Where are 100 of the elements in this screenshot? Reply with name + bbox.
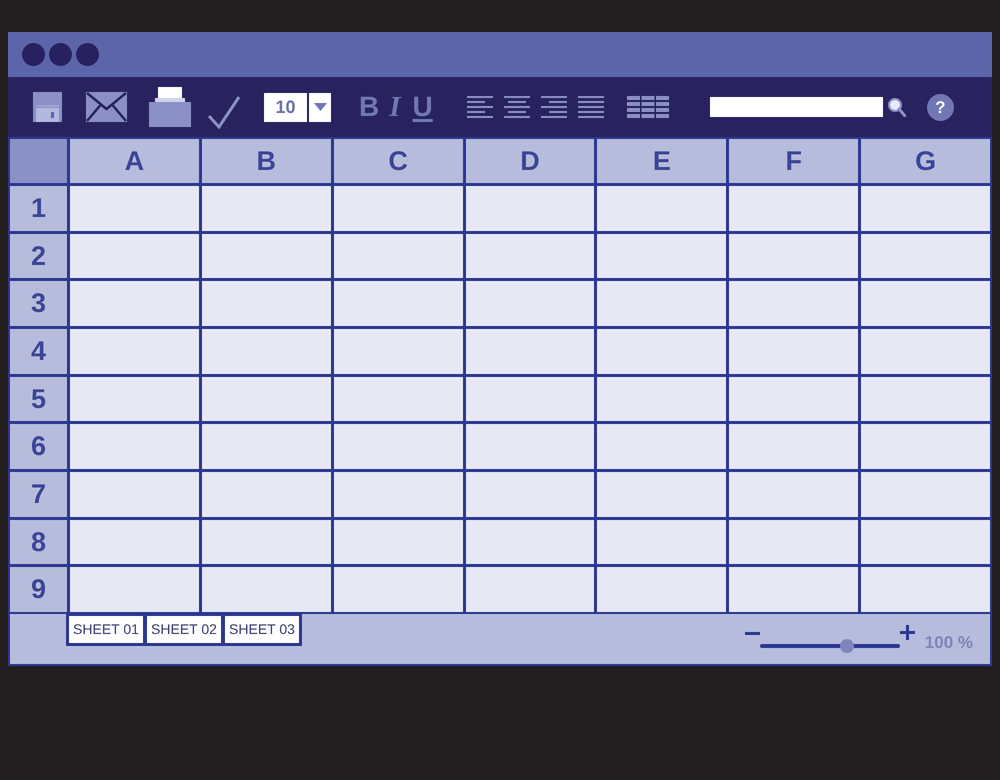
justify-icon[interactable] xyxy=(578,96,604,118)
spreadsheet-cell[interactable] xyxy=(70,376,199,422)
spreadsheet-cell[interactable] xyxy=(861,281,990,326)
bold-button[interactable]: B xyxy=(359,93,380,121)
spreadsheet-cell[interactable] xyxy=(70,329,199,374)
spreadsheet-cell[interactable] xyxy=(334,520,463,564)
spreadsheet-cell[interactable] xyxy=(597,567,726,612)
spreadsheet-cell[interactable] xyxy=(597,472,726,517)
spreadsheet-cell[interactable] xyxy=(334,186,463,231)
spreadsheet-cell[interactable] xyxy=(466,281,594,326)
spreadsheet-cell[interactable] xyxy=(597,186,726,231)
row-header[interactable]: 5 xyxy=(10,376,67,422)
zoom-out-icon[interactable] xyxy=(744,632,760,635)
window-control-icon[interactable] xyxy=(76,43,99,66)
row-header[interactable]: 9 xyxy=(10,567,67,612)
search-icon[interactable] xyxy=(886,97,906,117)
dropdown-button[interactable] xyxy=(309,92,331,122)
spreadsheet-cell[interactable] xyxy=(729,186,858,231)
align-center-icon[interactable] xyxy=(504,96,530,118)
underline-button[interactable]: U xyxy=(412,93,433,121)
spreadsheet-cell[interactable] xyxy=(466,186,594,231)
align-left-icon[interactable] xyxy=(466,96,493,118)
spreadsheet-cell[interactable] xyxy=(334,376,463,422)
spreadsheet-cell[interactable] xyxy=(70,281,199,326)
spreadsheet-cell[interactable] xyxy=(597,424,726,469)
spreadsheet-cell[interactable] xyxy=(466,472,594,517)
spreadsheet-cell[interactable] xyxy=(202,424,331,469)
spreadsheet-cell[interactable] xyxy=(466,424,594,469)
row-header[interactable]: 2 xyxy=(10,234,67,278)
sheet-tab[interactable]: SHEET 03 xyxy=(225,616,299,643)
zoom-slider[interactable] xyxy=(760,639,900,653)
select-all-corner[interactable] xyxy=(10,139,67,183)
envelope-icon[interactable] xyxy=(86,92,127,122)
spreadsheet-cell[interactable] xyxy=(861,424,990,469)
spreadsheet-cell[interactable] xyxy=(861,567,990,612)
sheet-tab[interactable]: SHEET 02 xyxy=(147,616,221,643)
font-size-field[interactable]: 10 xyxy=(264,92,307,122)
spreadsheet-cell[interactable] xyxy=(202,376,331,422)
spreadsheet-cell[interactable] xyxy=(334,234,463,278)
spreadsheet-cell[interactable] xyxy=(202,329,331,374)
spreadsheet-cell[interactable] xyxy=(729,234,858,278)
zoom-in-icon[interactable] xyxy=(900,625,915,640)
spreadsheet-cell[interactable] xyxy=(202,281,331,326)
column-header[interactable]: D xyxy=(466,139,594,183)
spreadsheet-cell[interactable] xyxy=(202,567,331,612)
spreadsheet-cell[interactable] xyxy=(597,234,726,278)
spreadsheet-cell[interactable] xyxy=(729,472,858,517)
spreadsheet-cell[interactable] xyxy=(334,424,463,469)
slider-thumb[interactable] xyxy=(840,639,854,653)
spreadsheet-cell[interactable] xyxy=(466,329,594,374)
spreadsheet-cell[interactable] xyxy=(597,520,726,564)
column-header[interactable]: E xyxy=(597,139,726,183)
spreadsheet-cell[interactable] xyxy=(70,472,199,517)
column-header[interactable]: C xyxy=(334,139,463,183)
spreadsheet-cell[interactable] xyxy=(202,234,331,278)
spreadsheet-cell[interactable] xyxy=(202,520,331,564)
spreadsheet-cell[interactable] xyxy=(70,424,199,469)
spreadsheet-cell[interactable] xyxy=(597,376,726,422)
spreadsheet-cell[interactable] xyxy=(202,472,331,517)
spreadsheet-cell[interactable] xyxy=(861,520,990,564)
sheet-tab[interactable]: SHEET 01 xyxy=(69,616,143,643)
checkmark-icon[interactable] xyxy=(207,94,241,130)
search-field[interactable] xyxy=(710,97,883,117)
window-control-icon[interactable] xyxy=(22,43,45,66)
spreadsheet-cell[interactable] xyxy=(861,186,990,231)
spreadsheet-cell[interactable] xyxy=(70,234,199,278)
spreadsheet-cell[interactable] xyxy=(729,281,858,326)
column-header[interactable]: B xyxy=(202,139,331,183)
spreadsheet-cell[interactable] xyxy=(466,234,594,278)
window-control-icon[interactable] xyxy=(49,43,72,66)
row-header[interactable]: 8 xyxy=(10,520,67,564)
spreadsheet-cell[interactable] xyxy=(70,567,199,612)
spreadsheet-cell[interactable] xyxy=(466,520,594,564)
column-header[interactable]: A xyxy=(70,139,199,183)
row-header[interactable]: 1 xyxy=(10,186,67,231)
spreadsheet-cell[interactable] xyxy=(861,472,990,517)
spreadsheet-cell[interactable] xyxy=(70,520,199,564)
spreadsheet-cell[interactable] xyxy=(729,424,858,469)
help-button[interactable]: ? xyxy=(926,94,954,120)
spreadsheet-cell[interactable] xyxy=(861,329,990,374)
spreadsheet-cell[interactable] xyxy=(861,376,990,422)
spreadsheet-cell[interactable] xyxy=(597,329,726,374)
spreadsheet-cell[interactable] xyxy=(466,376,594,422)
spreadsheet-cell[interactable] xyxy=(466,567,594,612)
table-icon[interactable] xyxy=(626,96,669,118)
column-header[interactable]: F xyxy=(729,139,858,183)
align-right-icon[interactable] xyxy=(540,96,567,118)
spreadsheet-cell[interactable] xyxy=(334,329,463,374)
row-header[interactable]: 7 xyxy=(10,472,67,517)
spreadsheet-cell[interactable] xyxy=(861,234,990,278)
spreadsheet-cell[interactable] xyxy=(597,281,726,326)
italic-button[interactable]: I xyxy=(389,92,401,122)
spreadsheet-cell[interactable] xyxy=(334,281,463,326)
row-header[interactable]: 6 xyxy=(10,424,67,469)
spreadsheet-cell[interactable] xyxy=(202,186,331,231)
spreadsheet-cell[interactable] xyxy=(729,329,858,374)
row-header[interactable]: 3 xyxy=(10,281,67,326)
column-header[interactable]: G xyxy=(861,139,990,183)
spreadsheet-cell[interactable] xyxy=(334,567,463,612)
spreadsheet-cell[interactable] xyxy=(334,472,463,517)
